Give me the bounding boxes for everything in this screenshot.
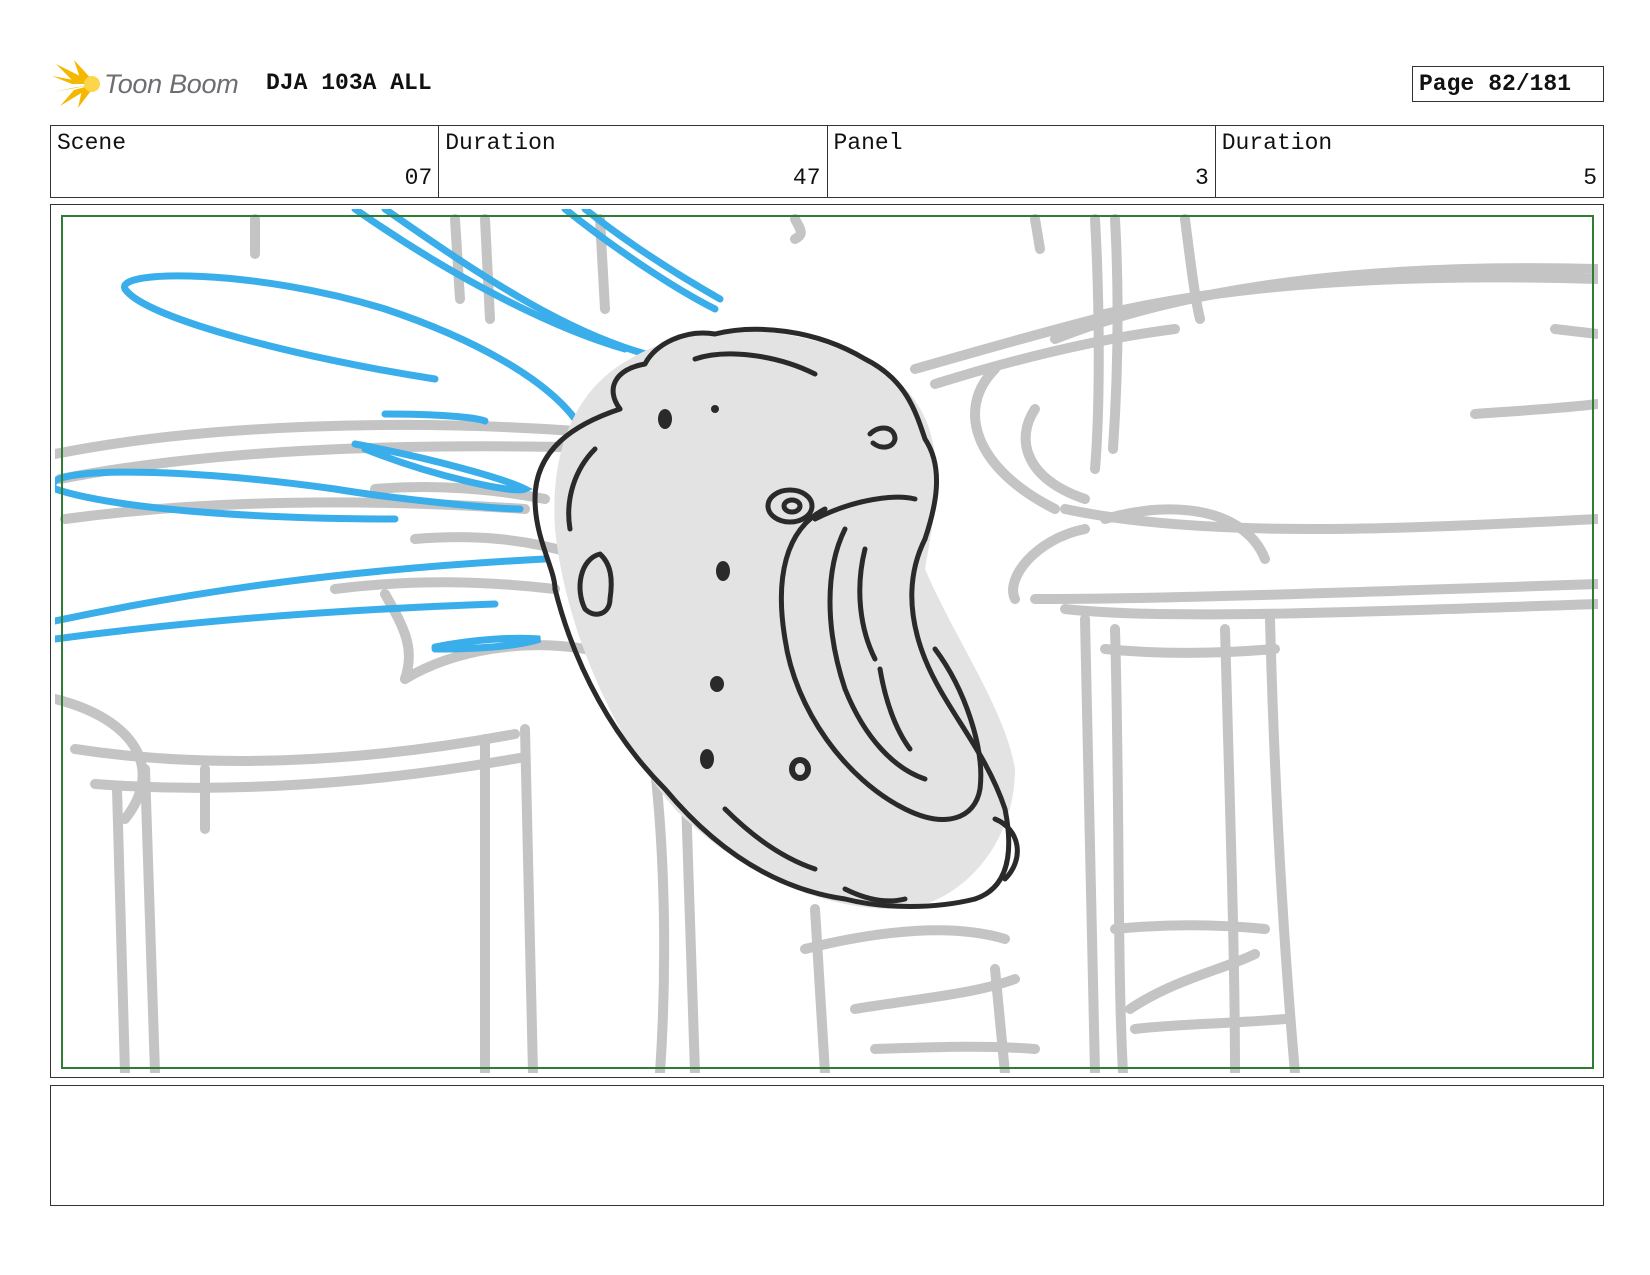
logo-text: Toon Boom bbox=[104, 68, 239, 99]
panel-duration-cell: Duration 5 bbox=[1216, 126, 1603, 197]
panel-value: 3 bbox=[1194, 165, 1209, 191]
panel-info-table: Scene 07 Duration 47 Panel 3 Duration 5 bbox=[50, 125, 1604, 198]
storyboard-sketch bbox=[55, 209, 1598, 1073]
scene-duration-label: Duration bbox=[445, 130, 556, 156]
panel-duration-label: Duration bbox=[1221, 130, 1333, 156]
scene-label: Scene bbox=[57, 130, 127, 156]
character-sketch bbox=[532, 326, 1020, 910]
scene-cell: Scene 07 bbox=[51, 126, 440, 197]
scene-value: 07 bbox=[404, 165, 433, 191]
panel-cell: Panel 3 bbox=[828, 126, 1216, 197]
page-indicator: Page 82/181 bbox=[1412, 66, 1604, 102]
page-number: 82/181 bbox=[1488, 71, 1572, 97]
storyboard-header: Toon Boom DJA 103A ALL bbox=[52, 56, 1602, 112]
toon-boom-logo: Toon Boom bbox=[52, 58, 239, 110]
panel-notes-box[interactable] bbox=[50, 1085, 1604, 1206]
panel-image-frame bbox=[50, 204, 1604, 1078]
project-title: DJA 103A ALL bbox=[266, 70, 432, 96]
page-label: Page bbox=[1419, 71, 1475, 97]
scene-duration-cell: Duration 47 bbox=[439, 126, 828, 197]
panel-duration-value: 5 bbox=[1583, 165, 1597, 191]
panel-label: Panel bbox=[833, 130, 903, 156]
starburst-icon bbox=[52, 60, 100, 108]
scene-duration-value: 47 bbox=[792, 165, 821, 191]
